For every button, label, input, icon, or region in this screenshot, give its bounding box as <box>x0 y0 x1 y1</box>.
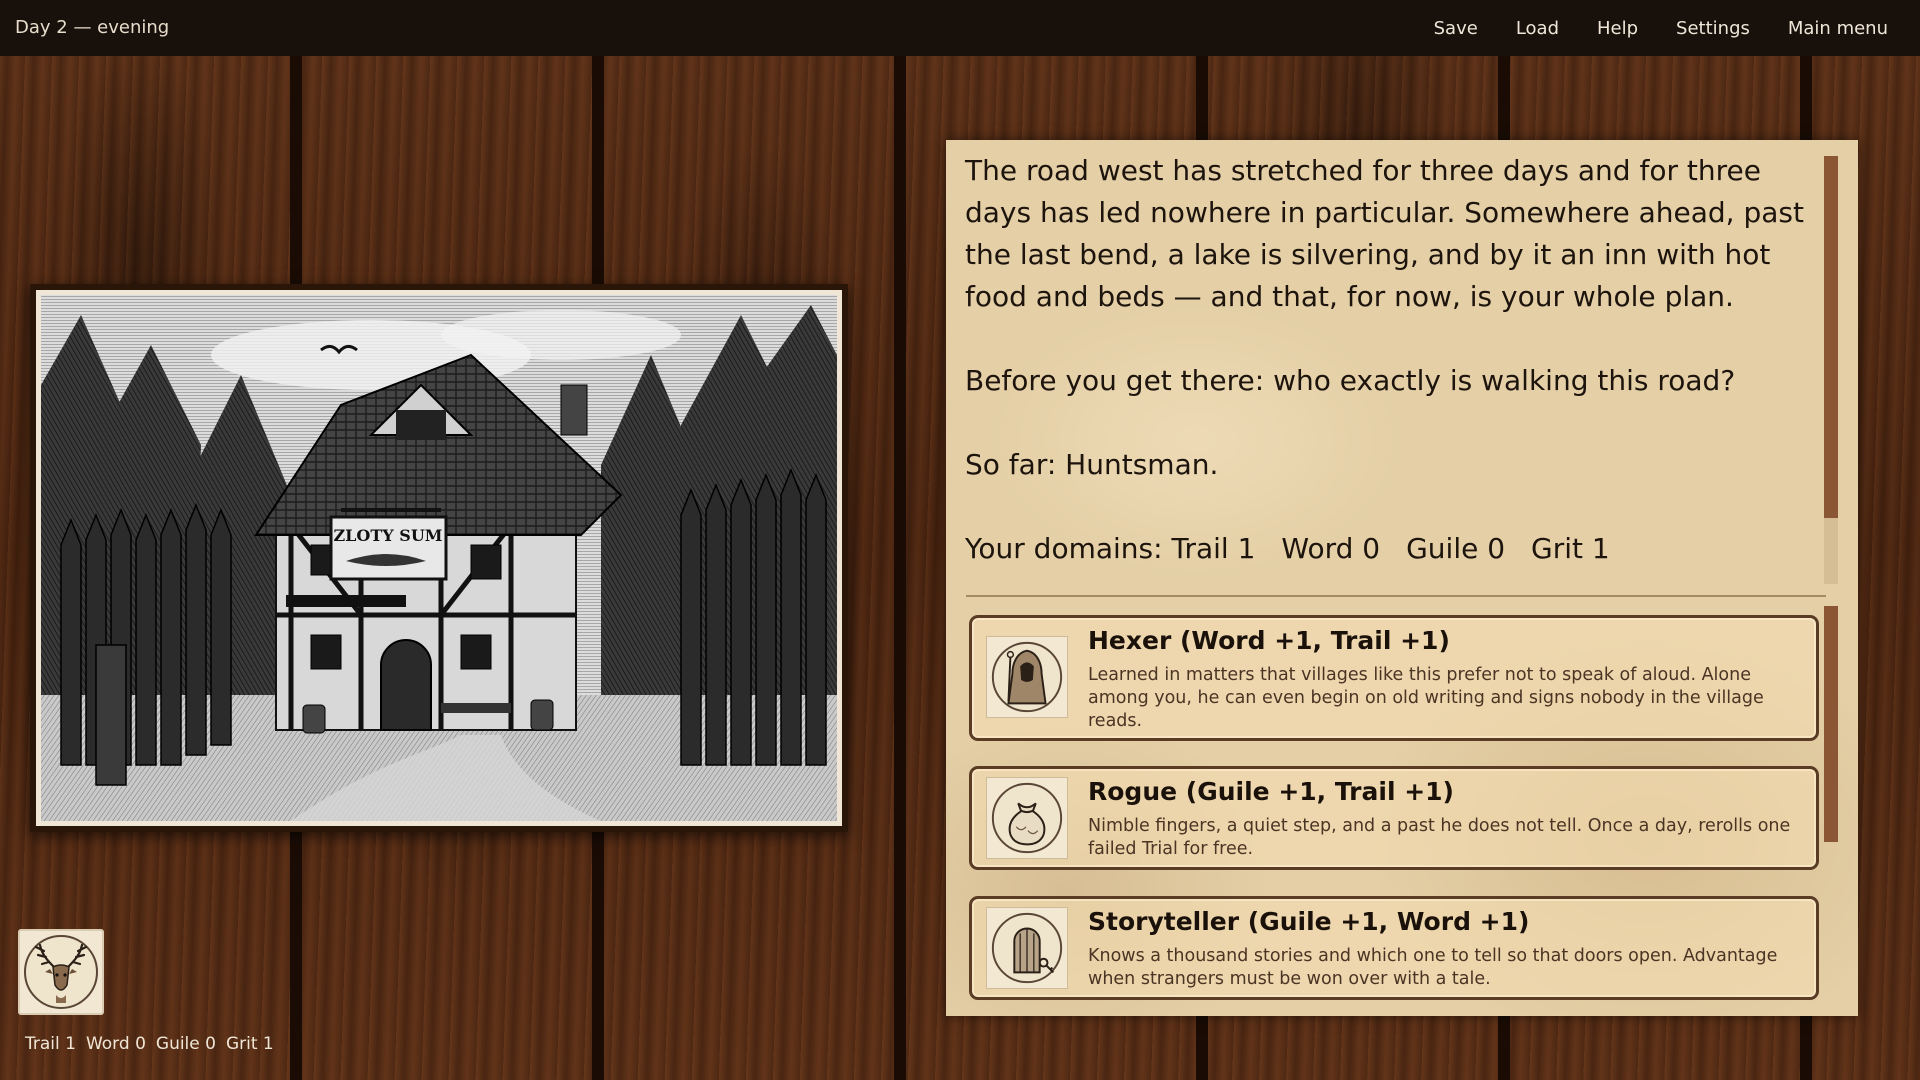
illustration-mat: ZLOTY SUM <box>36 290 842 826</box>
choice-rogue[interactable]: Rogue (Guile +1, Trail +1) Nimble finger… <box>969 766 1819 870</box>
load-button[interactable]: Load <box>1497 18 1578 39</box>
stat-guile: Guile 0 <box>155 1034 216 1054</box>
story-question: Before you get there: who exactly is wal… <box>965 364 1736 397</box>
story-paragraph: The road west has stretched for three da… <box>965 154 1804 313</box>
settings-button[interactable]: Settings <box>1657 18 1769 39</box>
choice-hexer[interactable]: Hexer (Word +1, Trail +1) Learned in mat… <box>969 615 1819 741</box>
hooded-figure-icon <box>986 636 1068 718</box>
stat-word: Word 0 <box>85 1034 146 1054</box>
story-scrollbar-thumb[interactable] <box>1824 156 1838 518</box>
domains-line: Your domains: Trail 1 Word 0 Guile 0 Grit 1 <box>965 528 1825 570</box>
door-key-icon <box>986 907 1068 989</box>
domain-grit: Grit 1 <box>1531 532 1610 565</box>
domain-guile: Guile 0 <box>1406 532 1506 565</box>
player-portrait[interactable] <box>18 929 104 1015</box>
domain-word: Word 0 <box>1281 532 1381 565</box>
help-button[interactable]: Help <box>1578 18 1657 39</box>
choice-description: Learned in matters that villages like th… <box>1088 665 1764 731</box>
top-bar: Day 2 — evening Save Load Help Settings … <box>0 0 1920 56</box>
choice-storyteller[interactable]: Storyteller (Guile +1, Word +1) Knows a … <box>969 896 1819 1000</box>
coin-pouch-icon <box>986 777 1068 859</box>
day-status: Day 2 — evening <box>15 17 170 38</box>
story-text: The road west has stretched for three da… <box>965 150 1825 570</box>
inn-sign-text: ZLOTY SUM <box>334 526 443 545</box>
story-panel: The road west has stretched for three da… <box>946 140 1858 1016</box>
divider <box>966 595 1826 597</box>
choice-title: Storyteller (Guile +1, Word +1) <box>1088 907 1530 936</box>
inn-engraving: ZLOTY SUM <box>41 295 837 821</box>
player-stats: Trail 1 Word 0 Guile 0 Grit 1 <box>25 1034 284 1054</box>
stat-grit: Grit 1 <box>225 1034 274 1054</box>
choices-scrollbar-thumb[interactable] <box>1824 606 1838 842</box>
domain-trail: Trail 1 <box>1171 532 1256 565</box>
choice-title: Rogue (Guile +1, Trail +1) <box>1088 777 1454 806</box>
choice-description: Knows a thousand stories and which one t… <box>1088 946 1778 989</box>
story-so-far: So far: Huntsman. <box>965 448 1219 481</box>
domains-label: Your domains: <box>965 532 1163 565</box>
stat-trail: Trail 1 <box>25 1034 76 1054</box>
stag-icon <box>24 935 98 1009</box>
scene-illustration: ZLOTY SUM <box>30 284 848 832</box>
save-button[interactable]: Save <box>1415 18 1497 39</box>
top-menu: Save Load Help Settings Main menu <box>1415 0 1920 56</box>
main-menu-button[interactable]: Main menu <box>1769 18 1920 39</box>
choice-title: Hexer (Word +1, Trail +1) <box>1088 626 1450 655</box>
choice-description: Nimble fingers, a quiet step, and a past… <box>1088 816 1791 859</box>
